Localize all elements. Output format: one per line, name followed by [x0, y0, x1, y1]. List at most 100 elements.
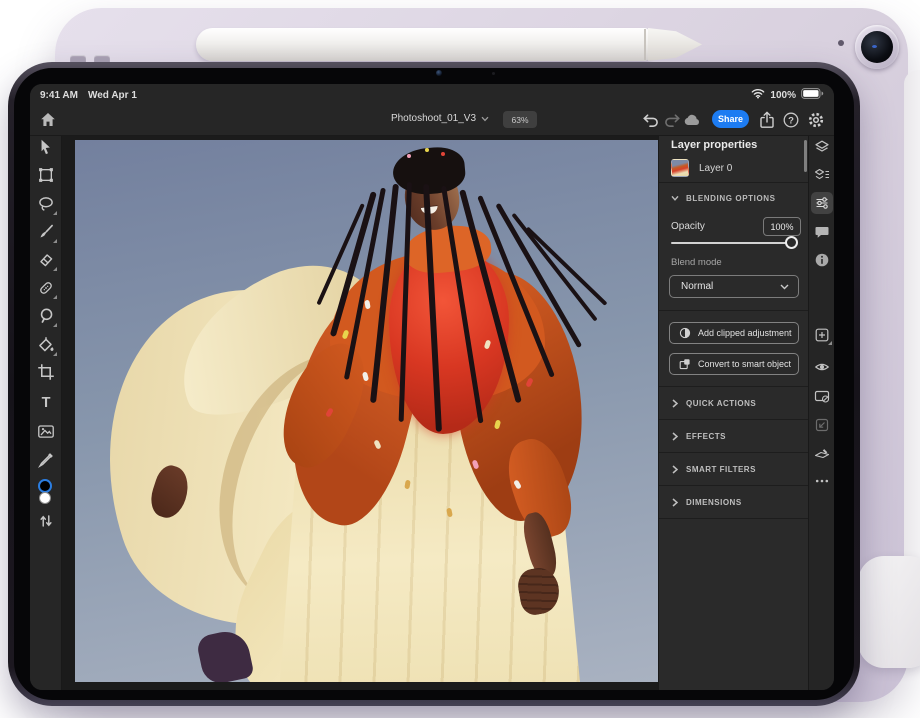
- status-bar: 9:41 AM Wed Apr 1 100%: [30, 84, 834, 106]
- layer-properties-icon[interactable]: [814, 167, 830, 183]
- tool-place-photo[interactable]: [36, 421, 56, 441]
- blend-mode-label: Blend mode: [671, 257, 722, 268]
- status-time: 9:41 AM: [40, 90, 78, 101]
- apple-pencil-seam: [644, 29, 646, 60]
- front-camera-icon: [436, 70, 442, 76]
- section-label: SMART FILTERS: [686, 465, 756, 474]
- rear-camera-lens: [861, 31, 893, 63]
- front-sensor-dot: [492, 72, 495, 75]
- chevron-right-icon: [672, 399, 678, 408]
- rear-mic-dot: [838, 40, 844, 46]
- home-button[interactable]: [38, 110, 58, 130]
- help-button[interactable]: ?: [781, 110, 801, 130]
- tool-eyedropper[interactable]: [36, 450, 56, 470]
- battery-percent: 100%: [770, 90, 796, 101]
- section-label: DIMENSIONS: [686, 498, 742, 507]
- chevron-down-icon: [671, 195, 679, 202]
- chevron-right-icon: [672, 432, 678, 441]
- share-button-label: Share: [718, 114, 743, 124]
- settings-gear-icon[interactable]: [806, 110, 826, 130]
- foreground-color-chip[interactable]: [38, 479, 52, 493]
- add-clipped-adjustment-button[interactable]: Add clipped adjustment: [669, 322, 799, 344]
- redo-button[interactable]: [662, 110, 682, 130]
- opacity-slider-knob[interactable]: [785, 236, 798, 249]
- properties-sliders-icon[interactable]: [814, 195, 830, 211]
- panel-scrollbar[interactable]: [804, 140, 807, 172]
- battery-icon: [801, 86, 824, 104]
- opacity-slider-track[interactable]: [671, 242, 791, 244]
- document-title-text: Photoshoot_01_V3: [391, 113, 476, 124]
- convert-smart-object-button[interactable]: Convert to smart object: [669, 353, 799, 375]
- undo-button[interactable]: [641, 110, 661, 130]
- section-dimensions[interactable]: DIMENSIONS: [659, 486, 809, 519]
- adjustment-icon: [679, 327, 691, 339]
- section-quick-actions[interactable]: QUICK ACTIONS: [659, 387, 809, 420]
- zoom-level-badge[interactable]: 63%: [503, 111, 537, 128]
- wifi-icon: [751, 86, 765, 104]
- chevron-down-icon: [481, 116, 489, 122]
- panel-sections: QUICK ACTIONS EFFECTS SMART FILTERS DIME…: [659, 386, 809, 519]
- add-layer-icon[interactable]: [814, 327, 830, 343]
- photoshop-app: 9:41 AM Wed Apr 1 100% Photoshoot_01_V3 …: [30, 84, 834, 690]
- chevron-right-icon: [672, 465, 678, 474]
- tool-type[interactable]: T: [36, 392, 56, 412]
- tool-eraser[interactable]: [36, 250, 56, 270]
- scene: 9:41 AM Wed Apr 1 100% Photoshoot_01_V3 …: [0, 0, 920, 718]
- layer-properties-panel: Layer properties Layer 0 BLENDING OPTION…: [658, 136, 808, 690]
- tool-healing-brush[interactable]: [36, 278, 56, 298]
- layers-icon[interactable]: [814, 139, 830, 155]
- panel-title: Layer properties: [671, 139, 757, 151]
- cloud-sync-icon[interactable]: [682, 110, 702, 130]
- opacity-value-field[interactable]: 100%: [763, 217, 801, 236]
- tool-clone-stamp[interactable]: [36, 306, 56, 326]
- volume-button: [94, 55, 110, 62]
- section-label: EFFECTS: [686, 432, 726, 441]
- tool-brush[interactable]: [36, 222, 56, 242]
- opacity-label: Opacity: [671, 221, 705, 232]
- share-button[interactable]: Share: [712, 110, 749, 128]
- visibility-eye-icon[interactable]: [814, 359, 830, 375]
- right-icon-rail: [808, 136, 834, 690]
- add-clipped-adjustment-label: Add clipped adjustment: [698, 328, 792, 338]
- layer-thumbnail[interactable]: [671, 159, 689, 177]
- zoom-level-text: 63%: [511, 115, 528, 125]
- folio-corner: [858, 556, 920, 668]
- flatten-icon[interactable]: [814, 445, 830, 461]
- opacity-value-text: 100%: [770, 222, 793, 232]
- swap-colors-button[interactable]: [36, 511, 56, 531]
- layer-mask-icon[interactable]: [814, 388, 830, 404]
- chevron-down-icon: [780, 284, 789, 290]
- blend-mode-select[interactable]: Normal: [669, 275, 799, 298]
- convert-smart-object-label: Convert to smart object: [698, 359, 791, 369]
- tool-fill[interactable]: [36, 335, 56, 355]
- section-smart-filters[interactable]: SMART FILTERS: [659, 453, 809, 486]
- background-color-chip[interactable]: [39, 492, 51, 504]
- blending-options-header[interactable]: BLENDING OPTIONS: [671, 194, 776, 203]
- folio-edge: [904, 70, 920, 600]
- status-date: Wed Apr 1: [88, 90, 137, 101]
- svg-text:T: T: [42, 395, 51, 411]
- top-button: [70, 55, 86, 62]
- chevron-right-icon: [672, 498, 678, 507]
- more-options-icon[interactable]: [814, 473, 830, 489]
- tool-move[interactable]: [36, 137, 56, 157]
- apple-pencil: [196, 28, 650, 61]
- tool-strip: T: [30, 136, 62, 690]
- info-icon[interactable]: [814, 252, 830, 268]
- tool-transform[interactable]: [36, 165, 56, 185]
- svg-text:?: ?: [788, 115, 794, 126]
- section-effects[interactable]: EFFECTS: [659, 420, 809, 453]
- comments-icon[interactable]: [814, 224, 830, 240]
- section-label: QUICK ACTIONS: [686, 399, 756, 408]
- tool-lasso-select[interactable]: [36, 194, 56, 214]
- rear-camera-glint: [872, 45, 877, 48]
- layer-name[interactable]: Layer 0: [699, 163, 732, 174]
- canvas-workspace[interactable]: [62, 136, 658, 690]
- smart-object-icon: [679, 358, 691, 370]
- export-layer-icon[interactable]: [814, 417, 830, 433]
- blending-options-label: BLENDING OPTIONS: [686, 194, 776, 203]
- document-title[interactable]: Photoshoot_01_V3: [360, 113, 520, 124]
- tool-crop[interactable]: [36, 362, 56, 382]
- export-icon[interactable]: [757, 110, 777, 130]
- canvas-photo[interactable]: [75, 140, 658, 682]
